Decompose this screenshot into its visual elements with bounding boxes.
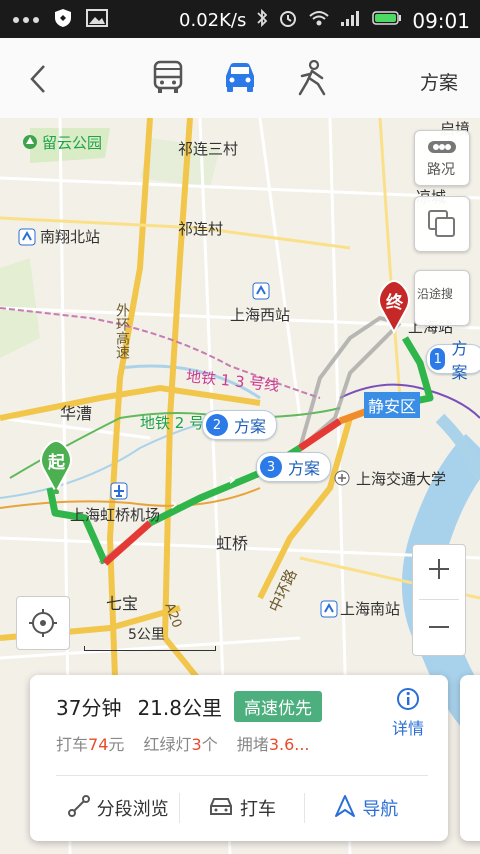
card-divider: [56, 775, 428, 776]
map-label-metro-2: 地铁 2 号: [140, 414, 205, 432]
navigate-button[interactable]: 导航: [305, 785, 428, 831]
walk-icon[interactable]: [296, 59, 328, 100]
map-label-nanxiang-station: 南翔北站: [40, 228, 101, 246]
route-summary: 37分钟 21.8公里 高速优先: [56, 691, 322, 722]
plan-button[interactable]: 方案: [420, 68, 458, 95]
map-label-huacao: 华漕: [60, 404, 93, 423]
plan-tag-3[interactable]: 3 方案: [256, 452, 332, 482]
route-badge: 高速优先: [233, 691, 322, 722]
taxi-icon: [208, 795, 234, 822]
map-label-shanghai-west: 上海西站: [230, 306, 291, 324]
map-label-shanghai-south: 上海南站: [340, 600, 401, 618]
along-route-search-button[interactable]: 沿途搜: [414, 270, 470, 326]
map-label-hongqiao-airport: 上海虹桥机场: [70, 506, 161, 524]
taxi-unit: 元: [108, 735, 125, 754]
route-distance: 21.8公里: [137, 696, 222, 720]
details-button[interactable]: 详情: [386, 687, 430, 739]
taxi-price: 74: [88, 735, 109, 754]
battery-icon: [372, 10, 402, 31]
bus-icon[interactable]: [152, 60, 184, 98]
map-label-jingan: 静安区: [364, 392, 421, 418]
next-route-card-peek[interactable]: [460, 675, 480, 841]
plan-tag-1[interactable]: 1 方案: [426, 339, 480, 382]
segment-route-icon: [67, 794, 91, 823]
plan-label: 方案: [234, 417, 267, 436]
end-marker-label: 终: [386, 293, 403, 313]
map-label-qibao: 七宝: [106, 594, 139, 613]
lights-unit: 个: [201, 735, 218, 754]
map-label-hongqiao: 虹桥: [216, 534, 249, 553]
navigate-label: 导航: [362, 799, 399, 820]
route-summary-card[interactable]: 37分钟 21.8公里 高速优先 打车74元 红绿灯3个 拥堵3.6... 详情…: [30, 675, 448, 841]
segment-browse-button[interactable]: 分段浏览: [56, 785, 179, 831]
lights-count: 3: [191, 735, 202, 754]
route-stats: 打车74元 红绿灯3个 拥堵3.6...: [56, 731, 310, 755]
plan-tag-2[interactable]: 2 方案: [202, 410, 278, 440]
plan-number: 3: [260, 456, 282, 478]
jam-label: 拥堵: [236, 735, 269, 754]
scale-label: 5公里: [128, 627, 165, 643]
route-mode-bar: 方案: [0, 38, 480, 119]
map-label-outer-ring: 外环高速: [114, 303, 130, 359]
shield-icon: [54, 8, 72, 32]
layers-button[interactable]: [414, 196, 470, 252]
more-dots-icon: [12, 11, 40, 30]
traffic-label: 路况: [427, 162, 455, 178]
search-along-icon: 沿途搜: [417, 287, 454, 301]
navigation-arrow-icon: [334, 794, 356, 823]
plan-number: 1: [430, 348, 446, 370]
traffic-toggle[interactable]: 路况: [414, 130, 470, 186]
details-label: 详情: [391, 719, 424, 738]
status-bar: 0.02K/s 09:01: [0, 0, 480, 38]
jam-value: 3.6...: [268, 735, 310, 754]
signal-icon: [340, 9, 362, 32]
plan-number: 2: [206, 414, 228, 436]
segment-browse-label: 分段浏览: [96, 799, 169, 820]
car-icon[interactable]: [222, 60, 258, 98]
wifi-icon: [308, 9, 330, 32]
image-icon: [86, 9, 108, 31]
scale-bar: [84, 646, 216, 651]
start-marker-label: 起: [48, 453, 65, 473]
map-label-qilian3: 祁连三村: [178, 140, 239, 158]
map-label-park: 留云公园: [42, 134, 103, 152]
route-actions: 分段浏览 打车 导航: [56, 785, 428, 831]
taxi-button[interactable]: 打车: [180, 785, 303, 831]
taxi-label: 打车: [56, 735, 89, 754]
locate-button[interactable]: [16, 596, 70, 650]
network-speed: 0.02K/s: [179, 10, 247, 31]
plan-label: 方案: [288, 459, 321, 478]
map-label-jiaotong-univ: 上海交通大学: [356, 470, 447, 488]
alarm-icon: [278, 8, 298, 33]
zoom-control: [412, 544, 466, 656]
info-icon: [396, 688, 420, 715]
taxi-button-label: 打车: [239, 799, 276, 820]
map-scale: 5公里: [84, 624, 216, 651]
back-arrow-icon[interactable]: [28, 64, 48, 98]
route-duration: 37分钟: [56, 696, 122, 720]
plan-label: 方案: [451, 339, 468, 382]
clock: 09:01: [412, 8, 470, 33]
bluetooth-icon: [256, 8, 268, 33]
lights-label: 红绿灯: [143, 735, 192, 754]
map-label-qilian: 祁连村: [178, 220, 224, 238]
